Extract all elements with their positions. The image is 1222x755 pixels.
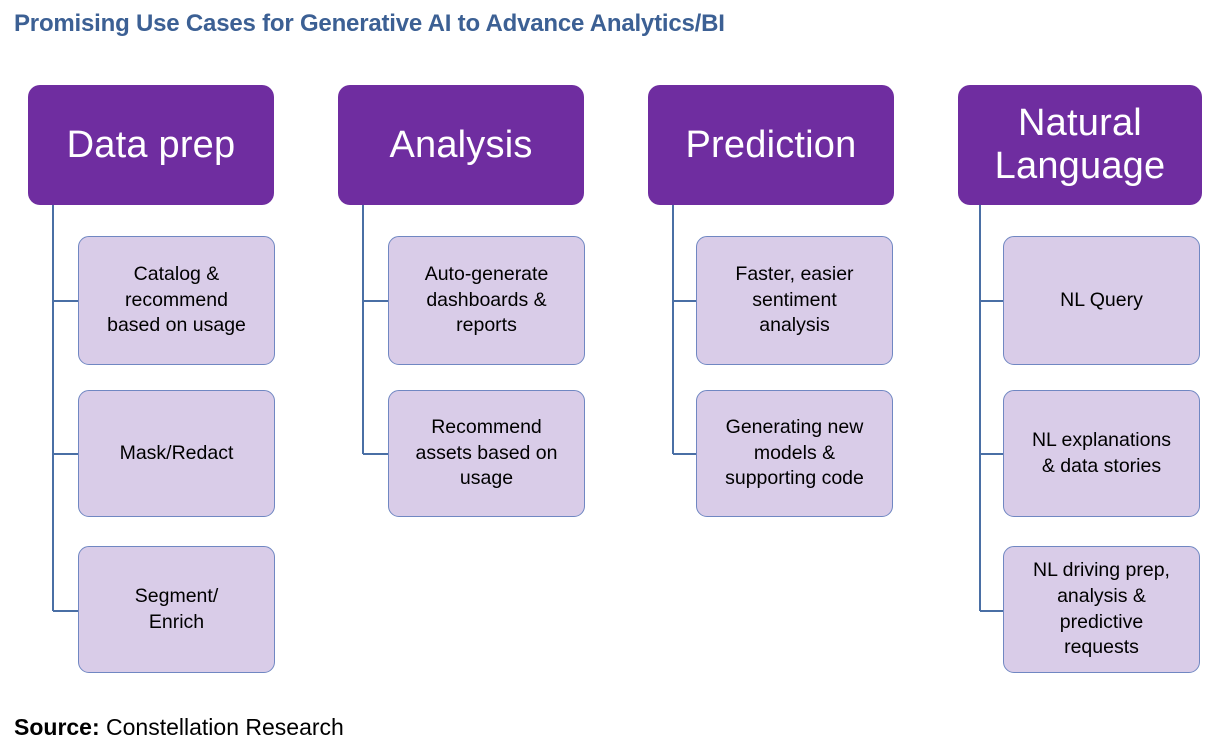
use-case-box[interactable]: Mask/Redact [78,390,275,517]
use-case-label: Segment/ Enrich [134,584,219,633]
use-case-label: NL explanations & data stories [1031,428,1172,477]
use-case-label: NL Query [1060,288,1143,311]
use-case-box[interactable]: NL driving prep, analysis & predictive r… [1003,546,1200,673]
category-header-natural-language[interactable]: Natural Language [958,85,1202,205]
use-case-label: Recommend assets based on usage [415,415,558,490]
use-case-label: NL driving prep, analysis & predictive r… [1033,558,1170,659]
use-case-label: Catalog & recommend based on usage [107,262,246,337]
source-attribution: Source: Constellation Research [14,714,344,741]
source-value: Constellation Research [106,714,344,740]
use-case-box[interactable]: Generating new models & supporting code [696,390,893,517]
category-header-prediction[interactable]: Prediction [648,85,894,205]
use-case-label: Mask/Redact [119,441,234,464]
use-case-box[interactable]: Catalog & recommend based on usage [78,236,275,365]
use-case-label: Auto-generate dashboards & reports [424,262,549,337]
use-case-box[interactable]: NL Query [1003,236,1200,365]
use-case-box[interactable]: Faster, easier sentiment analysis [696,236,893,365]
source-label: Source: [14,714,100,740]
use-case-box[interactable]: NL explanations & data stories [1003,390,1200,517]
use-case-label: Faster, easier sentiment analysis [735,262,854,337]
use-case-box[interactable]: Segment/ Enrich [78,546,275,673]
category-header-analysis[interactable]: Analysis [338,85,584,205]
use-case-label: Generating new models & supporting code [725,415,864,490]
use-case-box[interactable]: Auto-generate dashboards & reports [388,236,585,365]
category-header-data-prep[interactable]: Data prep [28,85,274,205]
diagram-canvas: Data prep Catalog & recommend based on u… [0,0,1222,700]
use-case-box[interactable]: Recommend assets based on usage [388,390,585,517]
